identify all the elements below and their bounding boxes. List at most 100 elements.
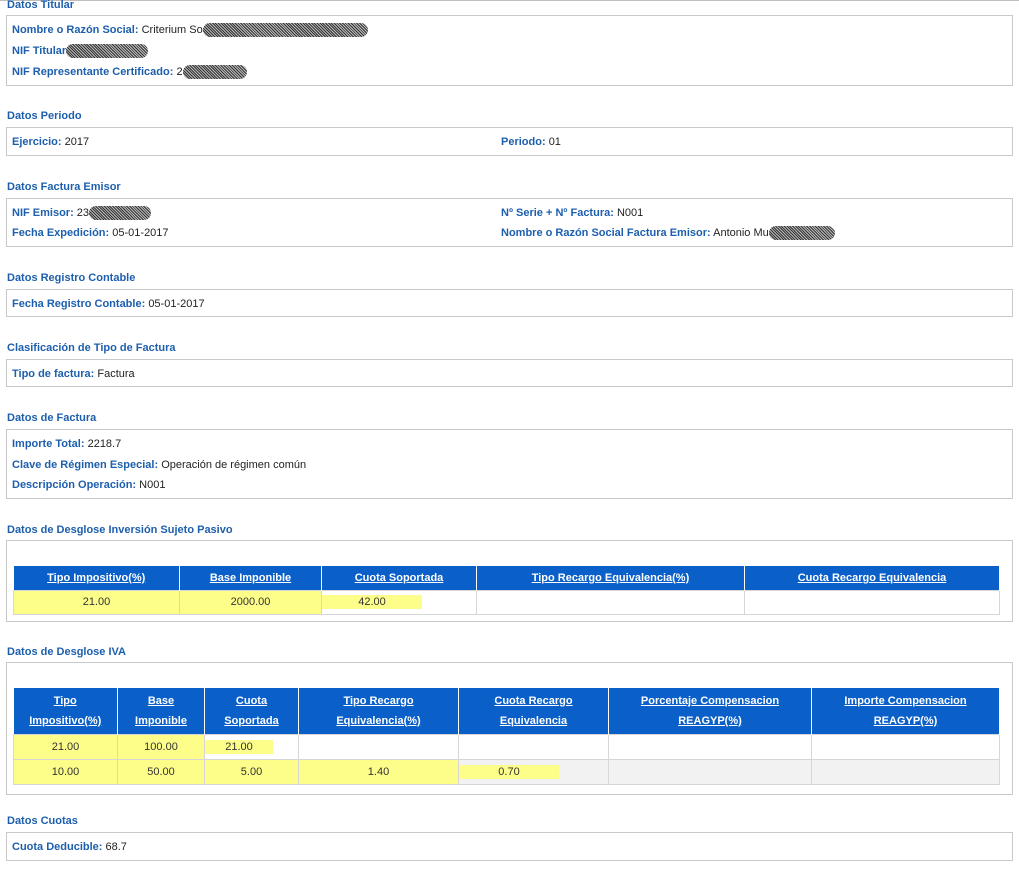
value-ejercicio: 2017 (64, 136, 90, 148)
header-tipo-recargo[interactable]: Tipo Recargo Equivalencia(%) (476, 566, 745, 590)
header-line: Equivalencia(%) (336, 714, 421, 727)
label-clave-regimen: Clave de Régimen Especial: (12, 459, 159, 471)
value-clave-regimen: Operación de régimen común (161, 459, 307, 471)
section-title-registro: Datos Registro Contable (7, 272, 136, 284)
box-clasificacion: Tipo de factura: Factura (6, 359, 1013, 387)
value-nif-emisor: 23 (76, 207, 90, 219)
cell-cuota-recargo-value: 0.70 (459, 764, 559, 779)
field-cuota-deducible: Cuota Deducible: 68.7 (12, 840, 127, 854)
field-serie-factura: Nº Serie + Nº Factura: N001 (501, 206, 643, 220)
box-cuotas: Cuota Deducible: 68.7 (6, 832, 1013, 861)
label-nif-emisor: NIF Emisor: (12, 207, 74, 219)
redacted-block (182, 65, 247, 80)
label-fecha-registro: Fecha Registro Contable: (12, 298, 146, 310)
header-tipo-impositivo[interactable]: Tipo Impositivo(%) (13, 566, 180, 590)
redacted-block (202, 23, 368, 38)
section-title-titular: Datos Titular (7, 0, 75, 11)
label-serie: Nº Serie + Nº Factura: (501, 207, 614, 219)
cell-importe-compensacion (811, 758, 1000, 785)
cell-base-imponible: 2000.00 (179, 589, 322, 615)
cell-tipo-impositivo: 21.00 (13, 589, 180, 615)
field-importe-total: Importe Total: 2218.7 (12, 437, 121, 451)
field-fecha-registro: Fecha Registro Contable: 05-01-2017 (12, 297, 205, 311)
table-row: 21.00 100.00 21.00 (13, 733, 1000, 760)
header-line: Importe Compensacion (844, 694, 967, 707)
label-nombre: Nombre o Razón Social: (12, 24, 139, 36)
field-clave-regimen: Clave de Régimen Especial: Operación de … (12, 458, 306, 472)
header-line: Tipo (53, 694, 77, 707)
cell-porcentaje-compensacion (608, 733, 812, 760)
cell-cuota-soportada-value: 42.00 (322, 595, 422, 609)
box-titular: Nombre o Razón Social: Criterium So NIF … (6, 15, 1013, 86)
field-nombre-titular: Nombre o Razón Social: Criterium So (12, 23, 368, 38)
header-cuota-recargo[interactable]: Cuota Recargo Equivalencia (458, 688, 609, 734)
label-importe-total: Importe Total: (12, 438, 85, 450)
header-line: REAGYP(%) (678, 714, 742, 727)
field-nombre-emisor: Nombre o Razón Social Factura Emisor: An… (501, 226, 835, 241)
table-isp-header: Tipo Impositivo(%) Base Imponible Cuota … (13, 566, 1000, 590)
cell-cuota-soportada: 21.00 (204, 733, 299, 760)
top-divider (0, 0, 1019, 1)
field-descripcion-operacion: Descripción Operación: N001 (12, 478, 165, 492)
header-line: Cuota (235, 694, 268, 707)
section-title-clasificacion: Clasificación de Tipo de Factura (7, 342, 176, 354)
section-title-factura-emisor: Datos Factura Emisor (7, 181, 121, 193)
value-serie: N001 (616, 207, 644, 219)
label-descripcion: Descripción Operación: (12, 479, 137, 491)
label-nombre-emisor: Nombre o Razón Social Factura Emisor: (501, 227, 711, 239)
cell-cuota-soportada-value: 21.00 (205, 739, 273, 754)
value-descripcion: N001 (139, 479, 166, 491)
section-title-iva: Datos de Desglose IVA (7, 646, 126, 658)
cell-tipo-impositivo: 21.00 (13, 733, 118, 760)
redacted-block (89, 206, 152, 221)
header-line: Imponible (135, 714, 187, 727)
field-periodo: Periodo: 01 (501, 135, 561, 149)
box-periodo: Ejercicio: 2017 Periodo: 01 (6, 127, 1013, 156)
label-ejercicio: Ejercicio: (12, 136, 62, 148)
label-periodo: Periodo: (501, 136, 546, 148)
box-factura-emisor: NIF Emisor: 23 Nº Serie + Nº Factura: N0… (6, 198, 1013, 247)
cell-cuota-recargo (458, 733, 609, 760)
redacted-block (768, 226, 835, 241)
header-line: Porcentaje Compensacion (640, 694, 780, 707)
field-nif-representante: NIF Representante Certificado: 2 (12, 65, 247, 80)
table-row: 10.00 50.00 5.00 1.40 0.70 (13, 758, 1000, 785)
cell-cuota-soportada: 42.00 (321, 589, 477, 615)
box-factura: Importe Total: 2218.7 Clave de Régimen E… (6, 429, 1013, 499)
value-nombre: Criterium So (141, 24, 203, 36)
header-line: Equivalencia (499, 714, 568, 727)
header-base-imponible[interactable]: Base Imponible (179, 566, 322, 590)
section-title-isp: Datos de Desglose Inversión Sujeto Pasiv… (7, 524, 233, 536)
value-cuota-deducible: 68.7 (105, 841, 127, 853)
label-cuota-deducible: Cuota Deducible: (12, 841, 103, 853)
field-nif-titular: NIF Titular (12, 44, 149, 59)
header-line: Tipo Recargo (343, 694, 414, 707)
header-line: REAGYP(%) (873, 714, 938, 727)
cell-porcentaje-compensacion (608, 758, 812, 785)
header-cuota-soportada[interactable]: Cuota Soportada (204, 688, 299, 734)
value-periodo: 01 (548, 136, 561, 148)
label-nif-rep: NIF Representante Certificado: (12, 66, 174, 78)
cell-base-imponible: 50.00 (117, 758, 205, 785)
field-ejercicio: Ejercicio: 2017 (12, 135, 89, 149)
redacted-block (66, 44, 149, 59)
header-cuota-recargo[interactable]: Cuota Recargo Equivalencia (744, 566, 1000, 590)
table-row: 21.00 2000.00 42.00 (13, 589, 1000, 615)
value-fecha-registro: 05-01-2017 (148, 298, 205, 310)
cell-base-imponible: 100.00 (117, 733, 205, 760)
header-line: Base (147, 694, 175, 707)
table-iva-header: Tipo Impositivo(%) Base Imponible Cuota Sop… (13, 688, 1000, 734)
header-cuota-soportada[interactable]: Cuota Soportada (321, 566, 477, 590)
cell-cuota-recargo (744, 589, 1000, 615)
value-nombre-emisor: Antonio Mu (713, 227, 769, 239)
header-porcentaje-compensacion[interactable]: Porcentaje Compensacion REAGYP(%) (608, 688, 812, 734)
value-importe-total: 2218.7 (87, 438, 122, 450)
header-importe-compensacion[interactable]: Importe Compensacion REAGYP(%) (811, 688, 1000, 734)
header-tipo-recargo[interactable]: Tipo Recargo Equivalencia(%) (298, 688, 459, 734)
section-title-cuotas: Datos Cuotas (7, 815, 78, 827)
header-base-imponible[interactable]: Base Imponible (117, 688, 205, 734)
field-tipo-factura: Tipo de factura: Factura (12, 367, 135, 381)
value-tipo-factura: Factura (97, 368, 135, 380)
cell-tipo-recargo (476, 589, 745, 615)
header-tipo-impositivo[interactable]: Tipo Impositivo(%) (13, 688, 118, 734)
